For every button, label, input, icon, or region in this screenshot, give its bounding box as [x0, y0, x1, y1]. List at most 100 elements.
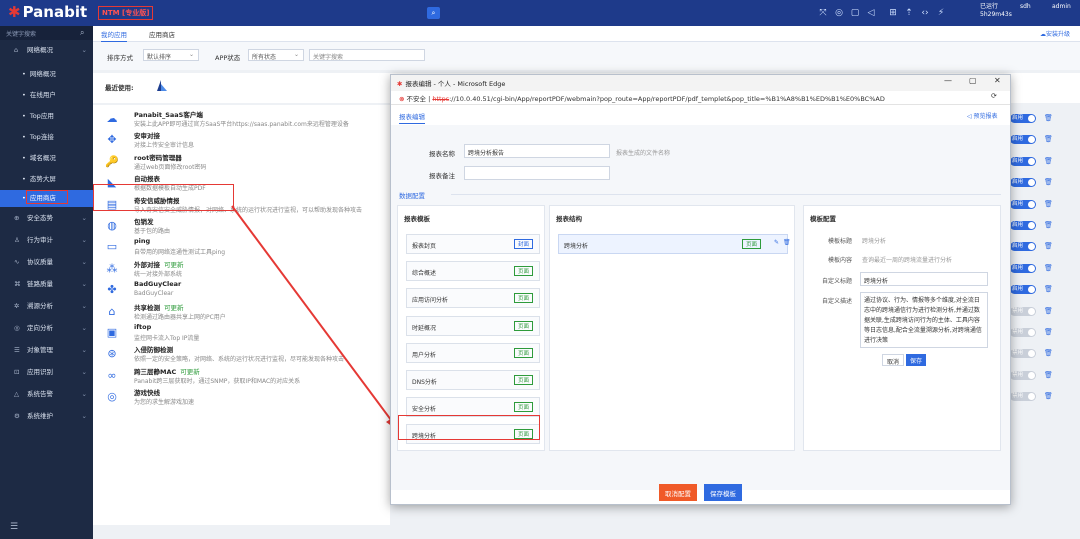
user-admin[interactable]: admin: [1052, 3, 1071, 10]
app-toggle[interactable]: 启用: [1010, 263, 1036, 273]
trash-icon[interactable]: 🗑: [1044, 135, 1053, 143]
sidebar-item-trace[interactable]: ✲ 溯源分析 ⌄: [0, 296, 93, 316]
tab-report-edit[interactable]: 报表编辑: [399, 111, 425, 124]
trash-icon[interactable]: 🗑: [1044, 178, 1053, 186]
trash-icon[interactable]: 🗑: [1044, 264, 1053, 272]
refresh-icon[interactable]: ⟳: [991, 92, 997, 100]
filter-bar: 排序方式 默认排序 ⌄ APP状态 所有状态 ⌄ 关键字搜索: [93, 42, 1080, 70]
sidebar-item-link-quality[interactable]: ⌘ 链路质量 ⌄: [0, 274, 93, 294]
trash-icon[interactable]: 🗑: [1044, 200, 1053, 208]
share-icon[interactable]: ⇡: [904, 8, 914, 18]
sidebar-item-targeted[interactable]: ◎ 定向分析 ⌄: [0, 318, 93, 338]
maximize-button[interactable]: ▢: [969, 76, 977, 85]
trash-icon[interactable]: 🗑: [1044, 328, 1053, 336]
trash-icon[interactable]: 🗑: [1044, 307, 1053, 315]
edit-icon[interactable]: ✎: [774, 239, 779, 246]
app-toggle[interactable]: 启用: [1010, 285, 1036, 295]
app-toggle[interactable]: 禁用: [1010, 349, 1036, 359]
cancel-config-button[interactable]: 取消配置: [659, 484, 697, 501]
app-toggle[interactable]: 启用: [1010, 242, 1036, 252]
app-toggle[interactable]: 启用: [1010, 178, 1036, 188]
sidebar-item-label: 定向分析: [27, 324, 53, 332]
template-item[interactable]: 综合概述 页面: [406, 261, 540, 282]
chevron-down-icon: ⌄: [81, 368, 87, 376]
sidebar-item-label: 安全态势: [27, 214, 53, 222]
sidebar-sub-network-overview[interactable]: 网络概况: [0, 66, 93, 82]
minimize-button[interactable]: —: [944, 76, 952, 85]
logo[interactable]: ✱ Panabit: [8, 3, 87, 21]
trash-icon[interactable]: 🗑: [1044, 392, 1053, 400]
app-toggle[interactable]: 启用: [1010, 221, 1036, 230]
report-name-input[interactable]: 跨境分析报告: [464, 144, 610, 158]
app-toggle[interactable]: 启用: [1010, 135, 1036, 145]
template-item[interactable]: 报表封页 封面: [406, 234, 540, 254]
sidebar-sub-dashboard[interactable]: 态势大屏: [0, 171, 93, 187]
report-name-hint: 报表生成的文件名称: [616, 150, 671, 157]
dialog-titlebar: ✱ 报表编辑 - 个人 - Microsoft Edge: [391, 75, 1010, 91]
custom-desc-textarea[interactable]: 通过协议、行为、情报等多个维度,对全流日志中的跨境通信行为进行检测分析,并通过数…: [860, 292, 988, 348]
app-icon: ✤: [107, 283, 117, 297]
user-sdh[interactable]: sdh: [1020, 3, 1031, 10]
save-template-button[interactable]: 保存模板: [704, 484, 742, 501]
sidebar-item-alerts[interactable]: △ 系统告警 ⌄: [0, 384, 93, 404]
cfg-content-value: 查询最近一周的跨境流量进行分析: [862, 257, 953, 264]
sidebar-item-protocol-quality[interactable]: ∿ 协议质量 ⌄: [0, 252, 93, 272]
tab-app-store[interactable]: 应用商店: [149, 29, 175, 39]
app-update-badge[interactable]: 可更新: [164, 304, 184, 312]
app-toggle[interactable]: 启用: [1010, 114, 1036, 123]
sidebar-item-maintenance[interactable]: ⚙ 系统维护 ⌄: [0, 406, 93, 426]
sidebar-sub-top-connections[interactable]: Top连接: [0, 129, 93, 145]
trash-icon[interactable]: 🗑: [783, 239, 791, 246]
layout-icon[interactable]: ⊞: [888, 8, 898, 18]
search-icon[interactable]: ⌕: [80, 28, 84, 38]
structure-item[interactable]: 跨境分析 页面 ✎ 🗑: [558, 234, 791, 254]
app-toggle[interactable]: 启用: [1010, 156, 1036, 166]
sidebar-item-app-ident[interactable]: ⊡ 应用识别 ⌄: [0, 362, 93, 382]
close-button[interactable]: ✕: [994, 76, 1001, 85]
sidebar-item-objects[interactable]: ☰ 对象管理 ⌄: [0, 340, 93, 360]
keyword-search-input[interactable]: 关键字搜索: [309, 49, 425, 61]
trash-icon[interactable]: 🗑: [1044, 242, 1053, 250]
view-icon[interactable]: ◎: [834, 8, 844, 18]
bell-icon[interactable]: ◁: [866, 8, 876, 18]
template-item[interactable]: 应用访问分析 页面: [406, 288, 540, 309]
app-toggle[interactable]: 禁用: [1010, 306, 1036, 316]
sidebar-item-security[interactable]: ⊕ 安全态势 ⌄: [0, 208, 93, 228]
preview-report-link[interactable]: ◁ 预览报表: [967, 111, 998, 120]
report-name-label: 报表名称: [429, 150, 455, 158]
install-upgrade-link[interactable]: ☁安装升级: [1040, 29, 1070, 38]
app-toggle[interactable]: 禁用: [1010, 392, 1036, 402]
trash-icon[interactable]: 🗑: [1044, 285, 1053, 293]
search-button[interactable]: ⌕: [427, 7, 440, 19]
cancel-small-button[interactable]: 取消: [882, 354, 905, 366]
save-small-button[interactable]: 保存: [906, 354, 927, 366]
sidebar-item-audit[interactable]: ♙ 行为审计 ⌄: [0, 230, 93, 250]
sidebar-sub-domain-overview[interactable]: 域名概况: [0, 150, 93, 166]
template-item[interactable]: 时延概况 页面: [406, 315, 540, 336]
report-app-icon[interactable]: [155, 78, 169, 92]
app-toggle[interactable]: 启用: [1010, 199, 1036, 209]
power-icon[interactable]: ⚡: [936, 8, 946, 18]
trash-icon[interactable]: 🗑: [1044, 157, 1053, 165]
sidebar-item-network-overview[interactable]: ⌂ 网络概况 ⌄: [0, 40, 93, 60]
chat-icon[interactable]: ▢: [850, 8, 860, 18]
trash-icon[interactable]: 🗑: [1044, 114, 1053, 122]
trash-icon[interactable]: 🗑: [1044, 371, 1053, 379]
trash-icon[interactable]: 🗑: [1044, 349, 1053, 357]
report-remark-input[interactable]: [464, 166, 610, 180]
sidebar-sub-top-apps[interactable]: Top应用: [0, 108, 93, 124]
custom-title-input[interactable]: 跨境分析: [860, 272, 988, 286]
app-update-badge[interactable]: 可更新: [164, 261, 184, 269]
app-toggle[interactable]: 禁用: [1010, 328, 1036, 337]
sidebar-sub-online-users[interactable]: 在线用户: [0, 87, 93, 103]
trash-icon[interactable]: 🗑: [1044, 221, 1053, 229]
address-bar[interactable]: ⊗ 不安全 | https://10.0.40.51/cgi-bin/App/r…: [391, 91, 1010, 105]
menu-icon[interactable]: ☰: [10, 522, 18, 532]
tab-my-apps[interactable]: 我的应用: [101, 29, 127, 42]
template-item[interactable]: 用户分析 页面: [406, 342, 540, 363]
app-update-badge[interactable]: 可更新: [180, 368, 200, 376]
code-icon[interactable]: ‹›: [920, 8, 930, 18]
expand-icon[interactable]: ⤧: [818, 8, 828, 18]
app-toggle[interactable]: 禁用: [1010, 370, 1036, 380]
template-item[interactable]: DNS分析 页面: [406, 370, 540, 390]
